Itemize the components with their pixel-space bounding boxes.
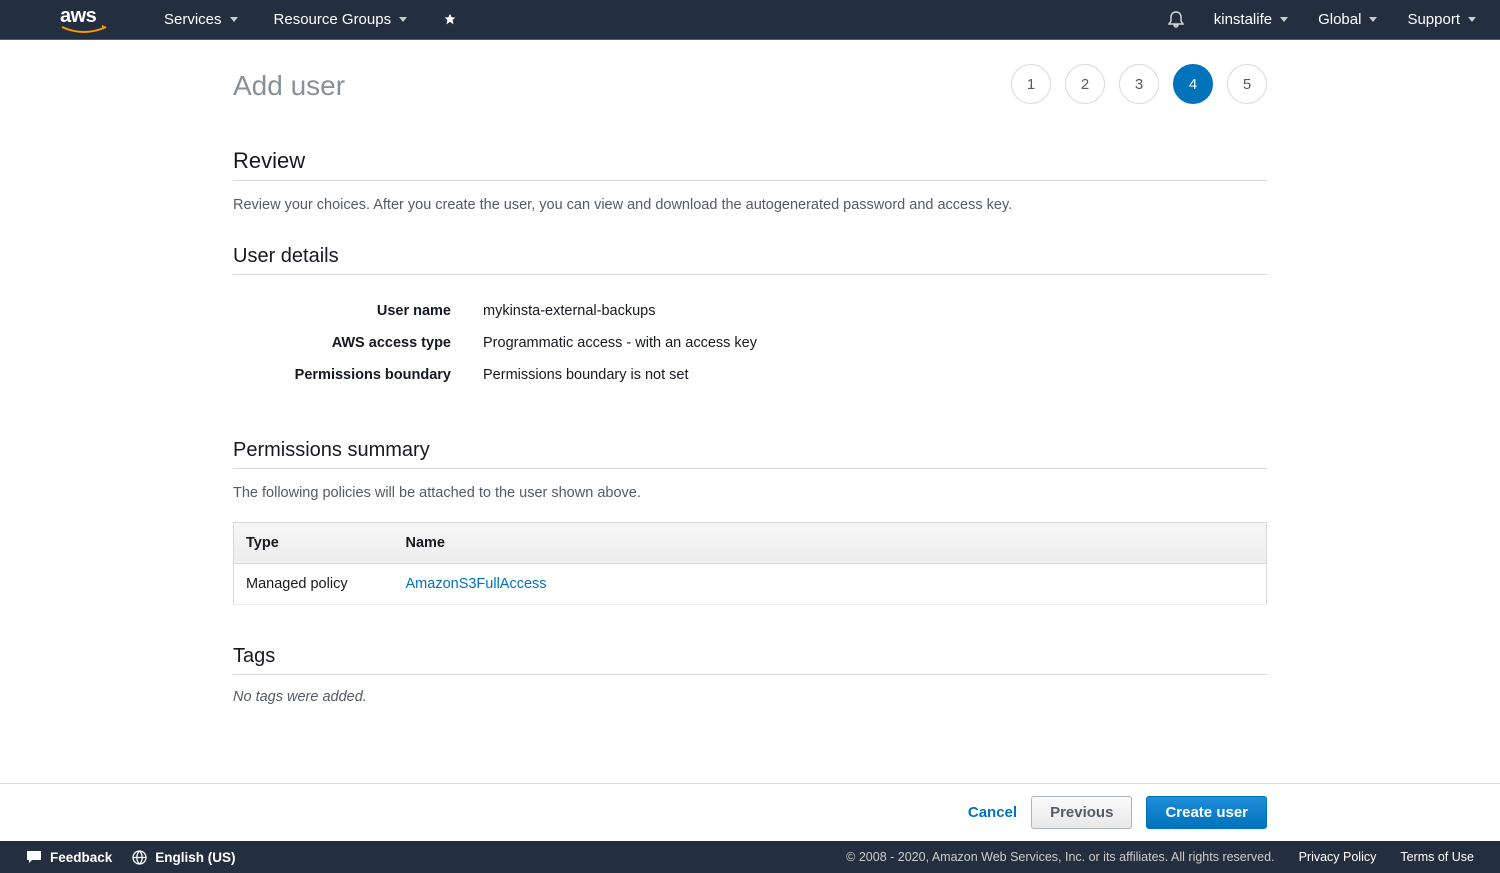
support-menu[interactable]: Support <box>1407 11 1476 28</box>
permissions-desc: The following policies will be attached … <box>233 483 1267 503</box>
services-menu[interactable]: Services <box>164 11 238 28</box>
speech-bubble-icon <box>26 850 42 864</box>
account-menu[interactable]: kinstalife <box>1214 11 1288 28</box>
wizard-steps: 1 2 3 4 5 <box>1011 64 1267 104</box>
footer: Feedback English (US) © 2008 - 2020, Ama… <box>0 841 1500 873</box>
create-user-button[interactable]: Create user <box>1146 796 1267 829</box>
permissions-title: Permissions summary <box>233 439 1267 469</box>
detail-label: User name <box>233 303 483 319</box>
step-1[interactable]: 1 <box>1011 64 1051 104</box>
privacy-link[interactable]: Privacy Policy <box>1299 850 1377 864</box>
user-details: User name mykinsta-external-backups AWS … <box>233 295 1267 391</box>
language-label: English (US) <box>155 850 235 865</box>
tags-title: Tags <box>233 645 1267 675</box>
permissions-table: Type Name Managed policy AmazonS3FullAcc… <box>233 522 1267 605</box>
col-name: Name <box>394 522 1267 563</box>
detail-row: User name mykinsta-external-backups <box>233 295 1267 327</box>
feedback-button[interactable]: Feedback <box>26 850 112 865</box>
detail-value: Programmatic access - with an access key <box>483 335 757 351</box>
services-label: Services <box>164 11 222 28</box>
resource-groups-label: Resource Groups <box>274 11 392 28</box>
cancel-button[interactable]: Cancel <box>968 804 1017 821</box>
tags-empty: No tags were added. <box>233 689 1267 705</box>
terms-link[interactable]: Terms of Use <box>1400 850 1474 864</box>
review-title: Review <box>233 148 1267 181</box>
support-label: Support <box>1407 11 1460 28</box>
region-label: Global <box>1318 11 1361 28</box>
step-3[interactable]: 3 <box>1119 64 1159 104</box>
aws-logo-text: aws <box>60 5 96 27</box>
language-button[interactable]: English (US) <box>132 850 235 865</box>
header-row: Add user 1 2 3 4 5 <box>233 64 1267 104</box>
step-5[interactable]: 5 <box>1227 64 1267 104</box>
detail-value: mykinsta-external-backups <box>483 303 655 319</box>
action-bar: Cancel Previous Create user <box>0 783 1500 841</box>
chevron-down-icon <box>1280 17 1288 22</box>
copyright-text: © 2008 - 2020, Amazon Web Services, Inc.… <box>846 850 1274 864</box>
detail-value: Permissions boundary is not set <box>483 367 689 383</box>
step-4[interactable]: 4 <box>1173 64 1213 104</box>
chevron-down-icon <box>1468 17 1476 22</box>
review-desc: Review your choices. After you create th… <box>233 195 1267 215</box>
chevron-down-icon <box>230 17 238 22</box>
detail-label: Permissions boundary <box>233 367 483 383</box>
nav-left: Services Resource Groups <box>164 11 457 28</box>
globe-icon <box>132 850 147 865</box>
nav-right: kinstalife Global Support <box>1168 11 1476 29</box>
detail-row: AWS access type Programmatic access - wi… <box>233 327 1267 359</box>
policy-type: Managed policy <box>234 563 394 604</box>
previous-button[interactable]: Previous <box>1031 796 1132 829</box>
page-title: Add user <box>233 70 345 102</box>
account-label: kinstalife <box>1214 11 1272 28</box>
resource-groups-menu[interactable]: Resource Groups <box>274 11 408 28</box>
detail-label: AWS access type <box>233 335 483 351</box>
chevron-down-icon <box>399 17 407 22</box>
col-type: Type <box>234 522 394 563</box>
region-menu[interactable]: Global <box>1318 11 1377 28</box>
chevron-down-icon <box>1369 17 1377 22</box>
top-nav: aws Services Resource Groups kinstalife … <box>0 0 1500 40</box>
pin-icon[interactable] <box>443 13 457 27</box>
aws-logo[interactable]: aws <box>60 5 108 35</box>
main-content: Add user 1 2 3 4 5 Review Review your ch… <box>233 40 1267 745</box>
notifications-icon[interactable] <box>1168 11 1184 29</box>
feedback-label: Feedback <box>50 850 112 865</box>
table-row: Managed policy AmazonS3FullAccess <box>234 563 1267 604</box>
step-2[interactable]: 2 <box>1065 64 1105 104</box>
user-details-title: User details <box>233 245 1267 275</box>
policy-name-link[interactable]: AmazonS3FullAccess <box>406 576 547 592</box>
detail-row: Permissions boundary Permissions boundar… <box>233 359 1267 391</box>
